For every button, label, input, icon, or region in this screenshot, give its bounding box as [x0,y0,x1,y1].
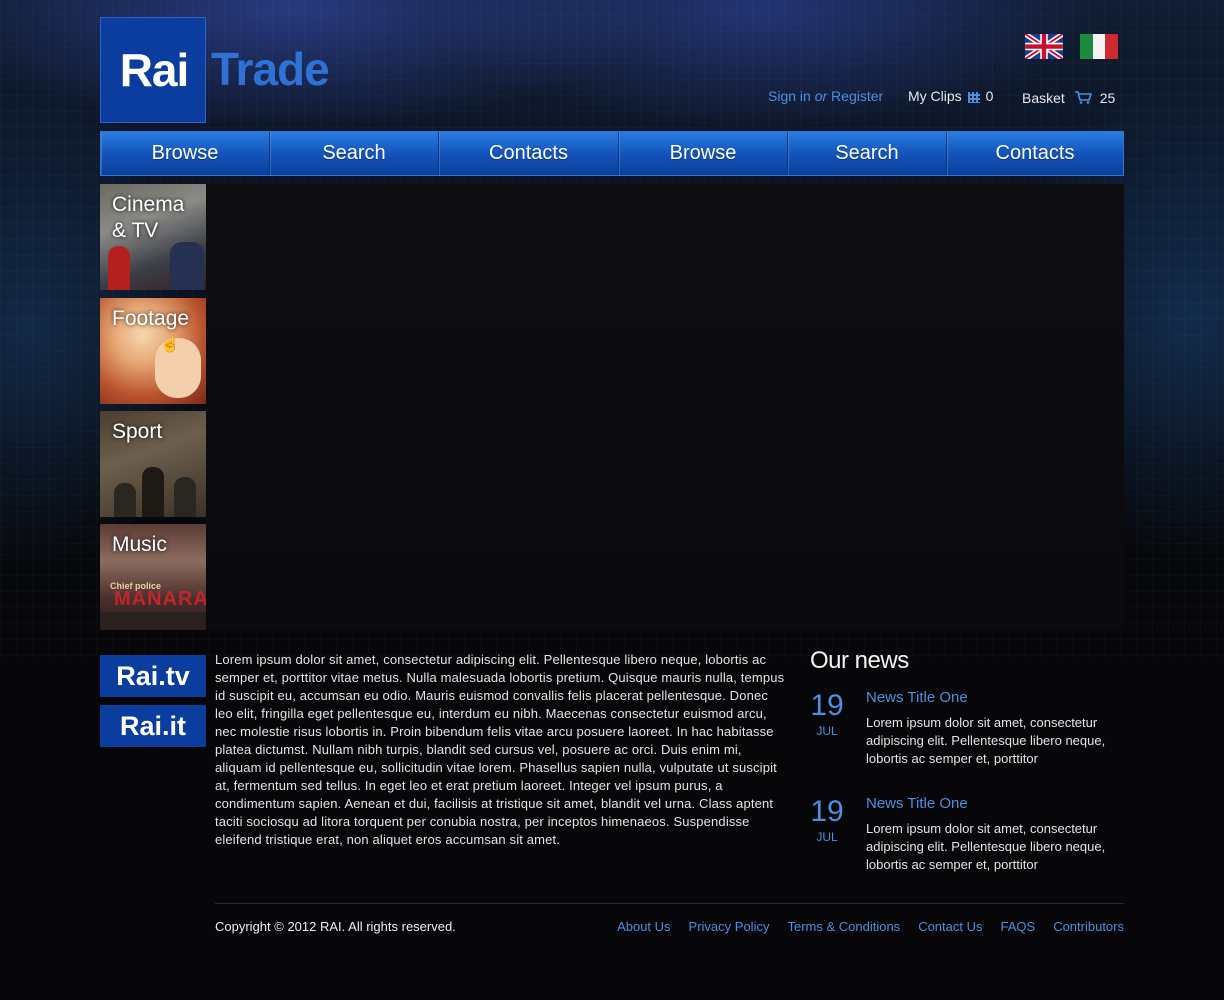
cinema-figure-dark [170,242,204,290]
nav-search-2[interactable]: Search [788,132,947,175]
news-item-title[interactable]: News Title One [866,795,968,812]
italy-flag-white [1092,34,1106,59]
nav-browse[interactable]: Browse [101,132,270,175]
news-item-text: Lorem ipsum dolor sit amet, consectetur … [866,715,1106,766]
my-clips[interactable]: My Clips 0 [908,88,993,106]
news-heading: Our news [810,647,909,674]
basket-count: 25 [1099,90,1116,106]
footer-divider [215,903,1124,904]
footer-contact-link[interactable]: Contact Us [918,919,982,934]
poster-text-large: MANARA [114,588,206,610]
logo-rai-text: Rai [119,44,190,96]
footer-faqs-link[interactable]: FAQS [1001,919,1036,934]
hand-cursor-icon: ☝ [160,336,180,353]
hero-video-area[interactable] [206,184,1124,629]
category-footage[interactable]: Footage [100,298,206,404]
category-sport[interactable]: Sport [100,411,206,517]
logo-trade-text: Trade [211,43,330,95]
my-clips-count: 0 [985,88,994,104]
sign-in-link[interactable]: Sign in [768,88,811,104]
news-month: JUL [816,830,838,844]
basket[interactable]: Basket 25 [1022,90,1115,108]
rai-trade-logo[interactable]: Rai Trade [100,17,360,123]
basket-label: Basket [1022,90,1065,106]
logo-box: Rai [100,17,206,123]
cinema-figure-red [108,246,130,290]
register-link[interactable]: Register [831,88,883,104]
footer-privacy-link[interactable]: Privacy Policy [689,919,770,934]
news-item: 19 JUL News Title One Lorem ipsum dolor … [810,795,1124,885]
poster-people [100,612,206,630]
copyright-text: Copyright © 2012 RAI. All rights reserve… [215,919,456,934]
news-day: 19 [810,689,844,722]
news-day: 19 [810,795,844,828]
nav-search[interactable]: Search [270,132,439,175]
nav-contacts-2[interactable]: Contacts [947,132,1123,175]
rai-it-link[interactable]: Rai.it [100,705,206,747]
or-text: or [814,88,828,104]
category-label: Cinema & TV [112,193,185,242]
news-item: 19 JUL News Title One Lorem ipsum dolor … [810,689,1124,779]
uk-flag-svg [1025,34,1063,59]
footer-terms-link[interactable]: Terms & Conditions [787,919,900,934]
sport-figure [174,477,196,517]
sport-figure [142,467,164,517]
nav-browse-2[interactable]: Browse [619,132,788,175]
sport-figure [114,483,136,517]
news-item-text: Lorem ipsum dolor sit amet, consectetur … [866,821,1106,872]
film-strip-icon [967,91,980,103]
category-music[interactable]: Chief police MANARA Music [100,524,206,630]
footer-about-link[interactable]: About Us [617,919,670,934]
category-label: Sport [112,420,163,443]
auth-links: Sign in or Register [768,88,883,106]
italy-flag-green [1080,34,1093,59]
nav-contacts[interactable]: Contacts [439,132,619,175]
news-item-title[interactable]: News Title One [866,689,968,706]
my-clips-label: My Clips [908,88,962,104]
footer-links: About Us Privacy Policy Terms & Conditio… [617,919,1124,934]
italy-flag-icon[interactable] [1080,34,1119,59]
category-label: Footage [112,307,190,330]
main-nav: Browse Search Contacts Browse Search Con… [100,131,1124,176]
category-label: Music [112,533,167,556]
rai-tv-link[interactable]: Rai.tv [100,655,206,697]
cart-icon [1074,91,1092,104]
category-cinema-tv[interactable]: Cinema & TV [100,184,206,290]
news-month: JUL [816,724,838,738]
uk-flag-icon[interactable] [1025,34,1063,59]
main-body-text: Lorem ipsum dolor sit amet, consectetur … [215,652,785,847]
footer-contributors-link[interactable]: Contributors [1053,919,1124,934]
italy-flag-red [1105,34,1119,59]
